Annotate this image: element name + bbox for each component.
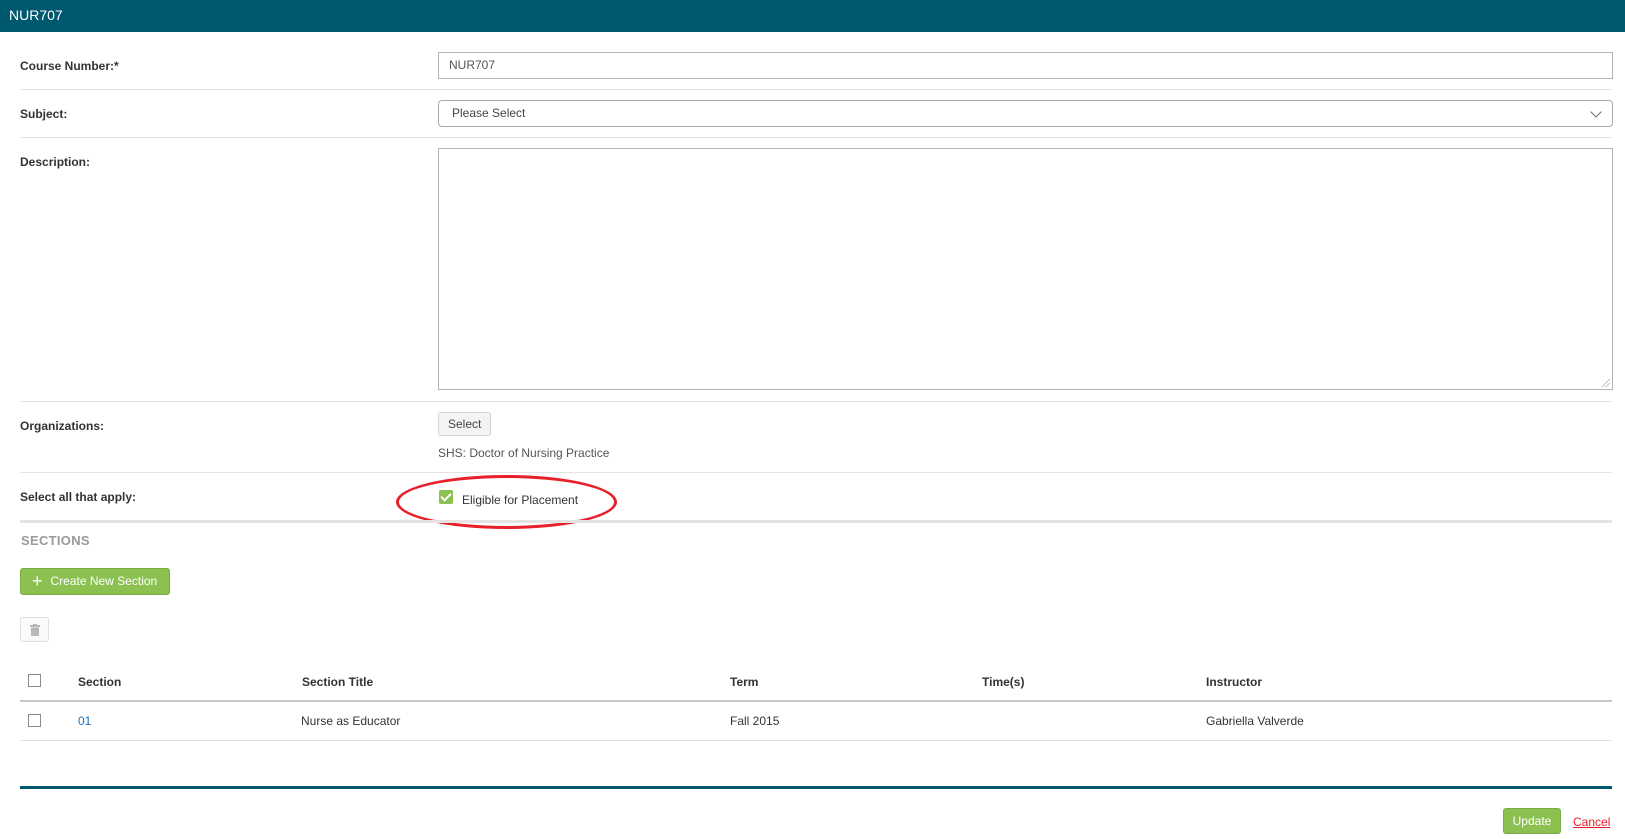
term-cell: Fall 2015 — [730, 714, 780, 728]
subject-select[interactable]: Please Select — [438, 100, 1613, 127]
organizations-row: Organizations: Select SHS: Doctor of Nur… — [20, 402, 1612, 473]
course-number-value: NUR707 — [449, 58, 496, 72]
chevron-down-icon — [1590, 106, 1602, 118]
resize-grip-icon[interactable] — [1602, 379, 1610, 387]
column-header-times[interactable]: Time(s) — [982, 675, 1024, 689]
course-number-label: Course Number:* — [20, 59, 119, 73]
column-header-section[interactable]: Section — [78, 675, 121, 689]
create-new-section-label: Create New Section — [50, 574, 158, 588]
select-all-checkbox[interactable] — [28, 674, 41, 687]
window-title: NUR707 — [0, 0, 1625, 32]
selected-organization: SHS: Doctor of Nursing Practice — [438, 446, 610, 460]
organizations-select-button[interactable]: Select — [438, 412, 492, 436]
section-number-link[interactable]: 01 — [78, 714, 91, 728]
column-header-instructor[interactable]: Instructor — [1206, 675, 1262, 689]
delete-section-button[interactable] — [20, 617, 49, 642]
section-divider — [20, 520, 1612, 523]
column-header-section-title[interactable]: Section Title — [302, 675, 373, 689]
options-label: Select all that apply: — [20, 490, 137, 504]
cancel-link[interactable]: Cancel — [1573, 815, 1610, 829]
create-new-section-button[interactable]: + Create New Section — [20, 568, 170, 595]
subject-selected-value: Please Select — [452, 106, 526, 120]
sections-table-header: Section Section Title Term Time(s) Instr… — [20, 666, 1612, 702]
trash-icon — [30, 624, 40, 636]
subject-row: Subject: Please Select — [20, 90, 1613, 138]
organizations-label: Organizations: — [20, 419, 105, 433]
subject-label: Subject: — [20, 107, 68, 121]
description-textarea[interactable] — [438, 148, 1613, 390]
row-checkbox[interactable] — [28, 714, 41, 727]
column-header-term[interactable]: Term — [730, 675, 758, 689]
description-row: Description: — [20, 138, 1613, 402]
footer-divider — [20, 786, 1612, 789]
instructor-cell: Gabriella Valverde — [1206, 714, 1304, 728]
sections-heading: SECTIONS — [21, 533, 90, 548]
course-number-row: Course Number:* NUR707 — [20, 42, 1613, 90]
update-button[interactable]: Update — [1503, 808, 1561, 834]
description-label: Description: — [20, 155, 91, 169]
plus-icon: + — [32, 571, 43, 591]
section-title-cell: Nurse as Educator — [301, 714, 401, 728]
options-row: Select all that apply: Eligible for Plac… — [20, 473, 1612, 520]
course-number-input[interactable]: NUR707 — [438, 52, 1613, 79]
table-row: 01 Nurse as Educator Fall 2015 Gabriella… — [20, 702, 1612, 741]
